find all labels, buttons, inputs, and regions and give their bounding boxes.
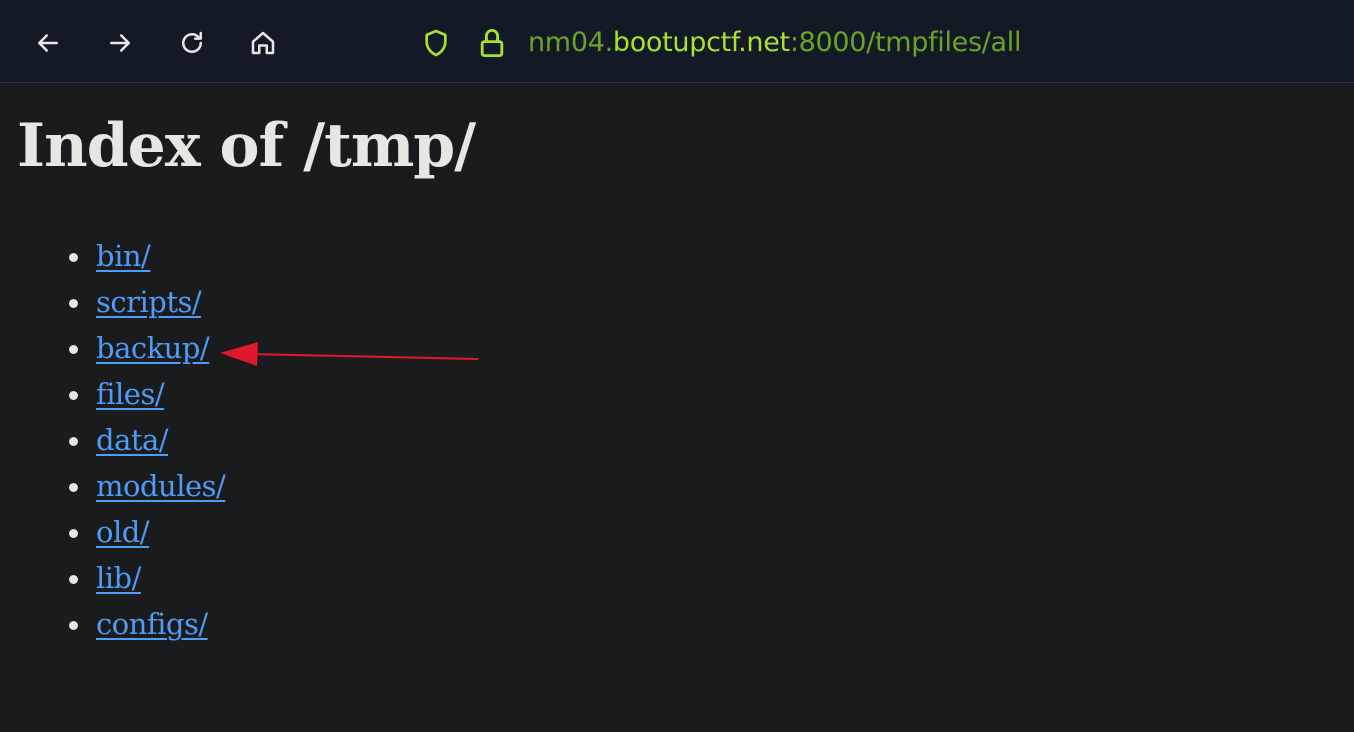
bullet	[69, 437, 78, 446]
url-bar[interactable]: nm04.bootupctf.net:8000/tmpfiles/all	[528, 24, 1022, 62]
dir-link-data[interactable]: data/	[96, 423, 169, 457]
dir-link-backup[interactable]: backup/	[96, 331, 210, 365]
arrow-right-icon	[110, 34, 130, 52]
dir-link-configs[interactable]: configs/	[96, 607, 208, 641]
dir-link-scripts[interactable]: scripts/	[96, 285, 202, 319]
bullet	[69, 483, 78, 492]
list-item: data/	[0, 420, 225, 466]
url-prefix: nm04.	[528, 27, 613, 58]
back-button[interactable]	[29, 24, 67, 62]
home-button[interactable]	[244, 24, 282, 62]
list-item: configs/	[0, 604, 225, 650]
directory-listing: bin/ scripts/ backup/ files/ data/ modul…	[0, 236, 226, 650]
list-item: backup/	[0, 328, 225, 374]
home-icon	[251, 31, 275, 55]
page-title: Index of /tmp/	[17, 111, 476, 181]
page-content: Index of /tmp/ bin/ scripts/ backup/ fil…	[0, 84, 1354, 732]
shield-icon[interactable]	[420, 26, 452, 60]
reload-button[interactable]	[173, 24, 211, 62]
list-item: scripts/	[0, 282, 225, 328]
list-item: lib/	[0, 558, 225, 604]
dir-link-modules[interactable]: modules/	[96, 469, 226, 503]
url-domain: bootupctf.net	[612, 27, 790, 58]
arrow-left-icon	[38, 34, 58, 52]
bullet	[69, 253, 78, 262]
list-item: modules/	[0, 466, 226, 512]
bullet	[69, 391, 78, 400]
forward-button[interactable]	[101, 24, 139, 62]
bullet	[69, 299, 78, 308]
list-item: bin/	[0, 236, 225, 282]
dir-link-old[interactable]: old/	[96, 515, 150, 549]
list-item: files/	[0, 374, 225, 420]
dir-link-lib[interactable]: lib/	[96, 561, 141, 595]
url-path: :8000/tmpfiles/all	[789, 27, 1022, 58]
dir-link-bin[interactable]: bin/	[96, 239, 151, 273]
annotation-arrow	[220, 342, 479, 366]
reload-icon	[182, 31, 202, 53]
bullet	[69, 621, 78, 630]
bullet	[69, 345, 78, 354]
bullet	[69, 529, 78, 538]
lock-icon[interactable]	[478, 26, 506, 60]
browser-toolbar: nm04.bootupctf.net:8000/tmpfiles/all	[0, 0, 1354, 83]
dir-link-files[interactable]: files/	[96, 377, 165, 411]
bullet	[69, 575, 78, 584]
list-item: old/	[0, 512, 225, 558]
